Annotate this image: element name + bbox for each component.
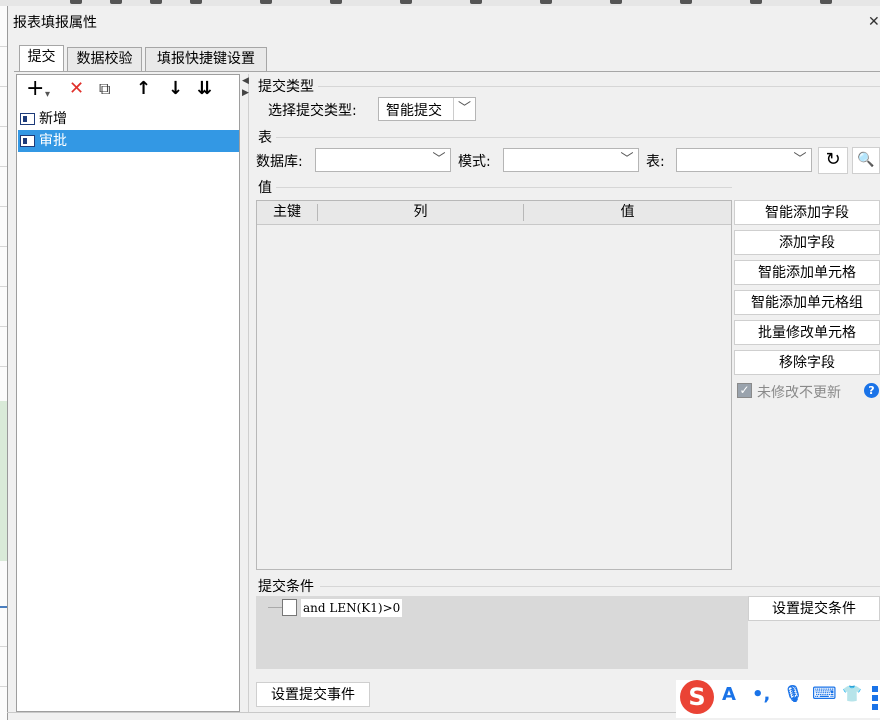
help-icon[interactable]: ? <box>864 383 879 398</box>
section-submit-condition: 提交条件 <box>258 579 314 595</box>
smart-add-field-button[interactable]: 智能添加字段 <box>734 200 880 225</box>
expand-right-icon[interactable]: ▶ <box>242 88 249 98</box>
tab-fill-shortcut-settings[interactable]: 填报快捷键设置 <box>145 47 267 71</box>
submit-list-panel <box>16 74 240 712</box>
table-select[interactable]: ﹀ <box>676 148 812 172</box>
copy-icon[interactable]: ⧉ <box>99 78 110 100</box>
panel-splitter[interactable]: ◀ ▶ <box>241 74 249 712</box>
punctuation-icon[interactable]: •, <box>752 684 770 705</box>
close-icon[interactable]: ✕ <box>868 14 880 30</box>
column-header[interactable]: 列 <box>318 201 523 224</box>
value-table-header: 主键 列 值 <box>257 201 731 225</box>
section-table: 表 <box>258 130 272 146</box>
sogou-logo-icon[interactable]: S <box>680 680 714 714</box>
chevron-down-icon: ﹀ <box>453 98 475 120</box>
section-value: 值 <box>258 180 272 196</box>
skin-icon[interactable]: 👕 <box>842 684 862 703</box>
section-submit-type: 提交类型 <box>258 79 314 95</box>
schema-label: 模式: <box>458 154 491 170</box>
form-icon <box>20 113 35 125</box>
section-divider <box>276 187 732 188</box>
add-field-button[interactable]: 添加字段 <box>734 230 880 255</box>
microphone-icon[interactable]: 🎙 <box>783 684 803 703</box>
table-label: 表: <box>646 154 665 170</box>
tree-connector <box>268 607 282 608</box>
submit-type-label: 选择提交类型: <box>268 103 357 119</box>
refresh-icon[interactable]: ↻ <box>818 147 848 174</box>
schema-select[interactable]: ﹀ <box>503 148 639 172</box>
smart-add-cell-button[interactable]: 智能添加单元格 <box>734 260 880 285</box>
add-dropdown-icon[interactable]: ▾ <box>45 84 50 106</box>
keyboard-icon[interactable]: ⌨ <box>812 684 837 704</box>
move-up-icon[interactable]: ↑ <box>136 78 151 100</box>
tab-data-validation[interactable]: 数据校验 <box>67 47 142 71</box>
database-label: 数据库: <box>256 154 303 170</box>
no-update-unchanged-checkbox[interactable]: ✓ <box>737 383 752 398</box>
tab-divider <box>14 71 880 72</box>
submit-type-value: 智能提交 <box>386 103 442 119</box>
section-divider <box>318 86 880 87</box>
database-select[interactable]: ﹀ <box>315 148 451 172</box>
column-header[interactable]: 值 <box>524 201 731 224</box>
submit-type-select[interactable]: 智能提交 ﹀ <box>378 97 476 121</box>
form-icon <box>20 135 35 147</box>
ime-more-icon[interactable] <box>872 686 880 710</box>
chevron-down-icon: ﹀ <box>432 152 446 167</box>
file-icon <box>282 599 297 616</box>
set-submit-event-button[interactable]: 设置提交事件 <box>256 682 370 707</box>
delete-icon[interactable]: ✕ <box>69 78 84 100</box>
dialog-title: 报表填报属性 <box>13 15 97 31</box>
list-item-label: 审批 <box>39 133 67 149</box>
add-icon[interactable]: + <box>26 78 44 100</box>
value-table[interactable] <box>256 200 732 570</box>
remove-field-button[interactable]: 移除字段 <box>734 350 880 375</box>
section-divider <box>320 586 880 587</box>
batch-modify-cell-button[interactable]: 批量修改单元格 <box>734 320 880 345</box>
preview-icon[interactable]: 🔍 <box>852 147 880 174</box>
ime-mode-icon[interactable]: A <box>722 684 736 705</box>
tab-submit[interactable]: 提交 <box>19 45 64 72</box>
list-item-approve[interactable]: 审批 <box>18 130 239 152</box>
list-item-add[interactable]: 新增 <box>18 108 239 130</box>
section-divider <box>276 137 880 138</box>
chevron-down-icon: ﹀ <box>620 152 634 167</box>
chevron-down-icon: ﹀ <box>793 152 807 167</box>
sort-icon[interactable]: ⇊ <box>197 78 212 100</box>
host-sheet-strip <box>0 6 7 720</box>
no-update-unchanged-label: 未修改不更新 <box>757 385 841 401</box>
list-item-label: 新增 <box>39 111 67 127</box>
move-down-icon[interactable]: ↓ <box>168 78 183 100</box>
set-submit-condition-button[interactable]: 设置提交条件 <box>748 596 880 621</box>
column-header[interactable]: 主键 <box>257 201 317 224</box>
smart-add-cell-group-button[interactable]: 智能添加单元格组 <box>734 290 880 315</box>
condition-expression[interactable]: and LEN(K1)>0 <box>301 599 403 617</box>
collapse-left-icon[interactable]: ◀ <box>242 76 249 86</box>
